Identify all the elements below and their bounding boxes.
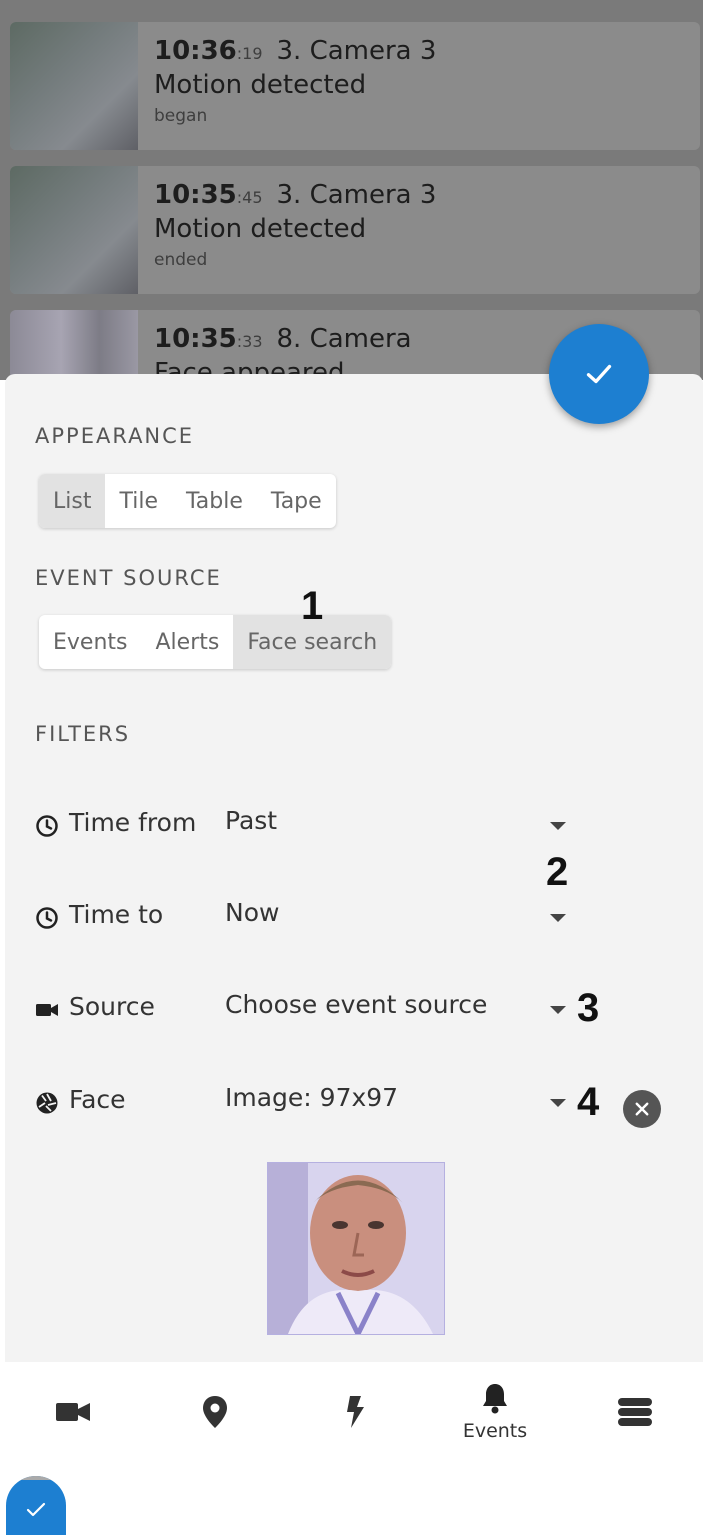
chevron-down-icon[interactable] [550,1099,566,1107]
aperture-icon [36,1092,58,1114]
nav-menu[interactable] [590,1362,680,1462]
appearance-option-list[interactable]: List [39,474,106,528]
filter-label: Time from [69,808,197,837]
event-card[interactable]: 10:35:45 3. Camera 3 Motion detected ende… [10,166,700,294]
filters-label: FILTERS [35,722,131,746]
chevron-down-icon[interactable] [550,822,566,830]
event-title: Motion detected [154,70,367,100]
annotation-4: 4 [577,1080,600,1124]
filter-label: Time to [69,900,164,929]
time-to-select[interactable]: Now [225,898,279,927]
event-thumbnail [10,166,138,294]
event-time: 10:35:45 3. Camera 3 [154,180,437,210]
chevron-down-icon[interactable] [550,914,566,922]
annotation-1: 1 [301,584,324,628]
bell-icon [483,1384,507,1414]
event-time: 10:35:33 8. Camera [154,324,412,354]
source-select[interactable]: Choose event source [225,990,487,1019]
clock-icon [36,815,58,837]
server-icon [618,1398,652,1426]
video-camera-icon [36,1004,58,1016]
lightning-icon [347,1396,364,1428]
filter-label: Source [69,992,155,1021]
face-picture [268,1163,444,1334]
appearance-option-tape[interactable]: Tape [257,474,336,528]
event-status: ended [154,250,208,270]
nav-events-label: Events [462,1420,528,1442]
event-thumbnail [10,22,138,150]
event-time: 10:36:19 3. Camera 3 [154,36,437,66]
time-from-select[interactable]: Past [225,806,277,835]
annotation-3: 3 [577,986,600,1030]
nav-cameras[interactable] [28,1362,118,1462]
annotation-2: 2 [546,850,569,894]
event-thumbnail [10,310,138,380]
nav-events[interactable]: Events [450,1362,540,1462]
face-select[interactable]: Image: 97x97 [225,1083,398,1112]
event-source-option-alerts[interactable]: Alerts [142,615,234,669]
chevron-down-icon[interactable] [550,1006,566,1014]
appearance-label: APPEARANCE [35,424,195,448]
map-pin-icon [203,1396,227,1428]
event-source-option-events[interactable]: Events [39,615,142,669]
event-list: 10:36:19 3. Camera 3 Motion detected bega… [0,0,703,380]
event-title: Motion detected [154,214,367,244]
appearance-option-tile[interactable]: Tile [105,474,172,528]
apply-mini-button[interactable] [6,1476,66,1535]
clear-face-button[interactable] [623,1090,661,1128]
event-source-label: EVENT SOURCE [35,566,222,590]
appearance-selector: List Tile Table Tape [39,474,336,528]
checkmark-icon [26,1502,46,1517]
checkmark-icon [586,364,612,384]
close-icon [635,1102,649,1116]
filter-time-to: Time to Now [35,898,675,938]
event-source-selector: Events Alerts Face search [39,615,392,669]
appearance-option-table[interactable]: Table [172,474,257,528]
video-camera-icon [56,1403,90,1421]
filter-label: Face [69,1085,126,1114]
event-status: began [154,106,208,126]
apply-button[interactable] [549,324,649,424]
nav-actions[interactable] [310,1362,400,1462]
face-image [267,1162,445,1335]
clock-icon [36,907,58,929]
filter-time-from: Time from Past [35,806,675,846]
bottom-navigation: Events [0,1362,703,1462]
nav-map[interactable] [170,1362,260,1462]
event-card[interactable]: 10:36:19 3. Camera 3 Motion detected bega… [10,22,700,150]
